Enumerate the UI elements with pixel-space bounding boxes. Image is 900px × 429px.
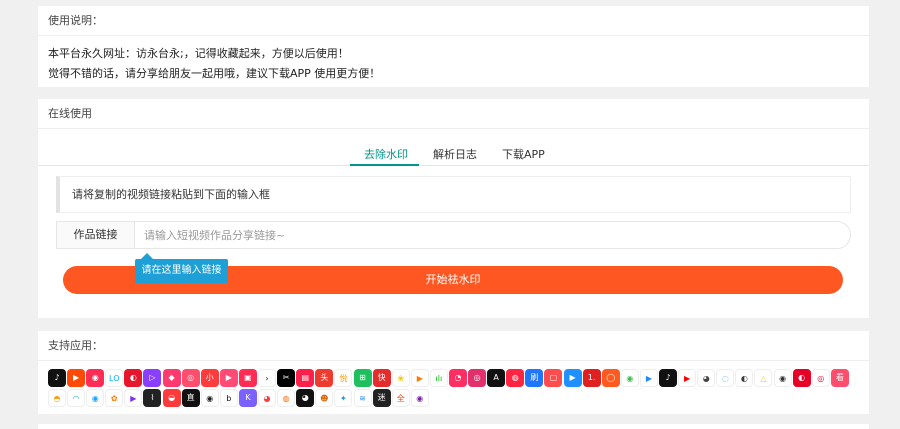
zuiyou-icon: 刷 <box>525 369 544 387</box>
monkey-icon: ☻ <box>315 389 334 407</box>
kuaibao-icon: 快 <box>372 369 391 387</box>
circle-icon: ◉ <box>410 389 429 407</box>
link-input-label: 作品链接 <box>56 221 135 249</box>
stack-icon: ≋ <box>353 389 372 407</box>
online-title: 在线使用 <box>38 99 869 129</box>
lvzhou-icon: ▶ <box>563 369 582 387</box>
qq-icon: ◌ <box>716 369 735 387</box>
b-icon: b <box>219 389 238 407</box>
tab-download-app[interactable]: 下载APP <box>502 146 545 162</box>
weishi-icon: ▷ <box>143 369 162 387</box>
red-icon: ◕ <box>258 389 277 407</box>
quan-icon: 全 <box>391 389 410 407</box>
shuabao-icon: ▢ <box>544 369 563 387</box>
tooltip-arrow <box>141 253 153 259</box>
photo-icon: ◍ <box>277 389 296 407</box>
bottom-card <box>38 424 869 429</box>
face-icon: ◕ <box>296 389 315 407</box>
link-input[interactable] <box>134 221 851 249</box>
zhibo-icon: 直 <box>181 389 200 407</box>
k-icon: K <box>238 389 257 407</box>
input-tooltip: 请在这里输入链接 <box>135 253 228 283</box>
twitch-icon: ◕ <box>697 369 716 387</box>
xigua-icon: ◉ <box>200 389 219 407</box>
instagram-icon: ◎ <box>468 369 487 387</box>
douyin-icon: ♪ <box>48 369 66 387</box>
kugou-icon: ▤ <box>296 369 315 387</box>
tab-remove-watermark[interactable]: 去除水印 <box>364 146 408 162</box>
huya-icon: ◓ <box>48 389 66 407</box>
online-card: 在线使用 去除水印 解析日志 下载APP 请将复制的视频链接粘贴到下面的输入框 … <box>38 99 869 318</box>
momo-icon: ◔ <box>448 369 467 387</box>
lofter-icon: LO <box>105 369 124 387</box>
tooltip-text: 请在这里输入链接 <box>141 265 222 276</box>
kankan-icon: 看 <box>830 369 849 387</box>
tab-parse-log[interactable]: 解析日志 <box>433 146 477 162</box>
usage-line-1: 本平台永久网址：访永台永;，记得收藏起来，方便以后使用！ <box>48 47 349 60</box>
yy-icon: ◒ <box>162 389 181 407</box>
apps-title: 支持应用： <box>38 331 869 361</box>
kuaishou-icon: ▶ <box>67 369 86 387</box>
weibo-icon: ◐ <box>124 369 143 387</box>
youku-icon: ▶ <box>639 369 658 387</box>
pipixia-icon: ◎ <box>181 369 200 387</box>
douyu-icon: ◠ <box>67 389 86 407</box>
tiktok-icon: ♪ <box>659 369 677 387</box>
haokan-icon: 悦 <box>334 369 353 387</box>
apps-card: 支持应用： ♪ ▶ ◉ LO ◐ ▷ ◆ ◎ 小 ▶ ▣ › ✂ ▤ 头悦 ⊞ 快 ❀ ▶ ılı ◔ ◎ A ◍ 刷 ▢ ▶ 1. ◯… <box>38 331 869 414</box>
miniprog-icon: ◐ <box>735 369 754 387</box>
notice-box: 请将复制的视频链接粘贴到下面的输入框 <box>56 176 851 213</box>
meipai-icon: ◆ <box>162 369 181 387</box>
wangyi-icon: ◐ <box>792 369 811 387</box>
jianyue-icon: 迷 <box>372 389 391 407</box>
apps-grid: ♪ ▶ ◉ LO ◐ ▷ ◆ ◎ 小 ▶ ▣ › ✂ ▤ 头悦 ⊞ 快 ❀ ▶ ılı ◔ ◎ A ◍ 刷 ▢ ▶ 1. ◯ ◉ ▶ ♪ ▶ ◕ ◌… <box>38 361 869 409</box>
usage-title: 使用说明： <box>38 6 869 36</box>
acfun-icon: A <box>487 369 506 387</box>
camera-icon: ◉ <box>773 369 792 387</box>
usage-body: 本平台永久网址：访永台永;，记得收藏起来，方便以后使用！ 觉得不错的话，请分享给… <box>38 36 869 84</box>
vigo-icon: ▣ <box>238 369 257 387</box>
toutiao-icon: 头 <box>315 369 334 387</box>
weishi2-icon: ◉ <box>620 369 639 387</box>
tencent-video-icon: ▶ <box>410 369 429 387</box>
youtube-icon: ▶ <box>678 369 697 387</box>
link-input-row: 作品链接 <box>56 221 851 249</box>
usage-card: 使用说明： 本平台永久网址：访永台永;，记得收藏起来，方便以后使用！ 觉得不错的… <box>38 6 869 87</box>
usage-line-2: 觉得不错的话，请分享给朋友一起用哦，建议下载APP 使用更方便！ <box>48 67 381 80</box>
taobao-icon: ✿ <box>105 389 124 407</box>
netease-music-icon: ◎ <box>811 369 830 387</box>
iqiyi-icon: ılı <box>429 369 448 387</box>
miaopai-icon: ◯ <box>601 369 620 387</box>
capcut-icon: › <box>258 369 277 387</box>
haokan2-icon: △ <box>754 369 773 387</box>
active-tab-indicator <box>350 164 419 166</box>
quanmin-icon: ⊞ <box>353 369 372 387</box>
jianying-icon: ✂ <box>277 369 296 387</box>
maoyan-icon: ❀ <box>391 369 410 387</box>
qq-penguin-icon: ◉ <box>86 389 105 407</box>
xhs-icon: ◍ <box>506 369 525 387</box>
huoshan-icon: ◉ <box>86 369 105 387</box>
shortvideo-icon: ⌇ <box>143 389 162 407</box>
xiaokaxiu-icon: 小 <box>200 369 219 387</box>
bilibili-icon: ▶ <box>219 369 238 387</box>
vmate-icon: ▶ <box>124 389 143 407</box>
tab-bar: 去除水印 解析日志 下载APP <box>38 141 869 166</box>
yixia-icon: 1. <box>582 369 601 387</box>
bird-icon: ✦ <box>334 389 353 407</box>
